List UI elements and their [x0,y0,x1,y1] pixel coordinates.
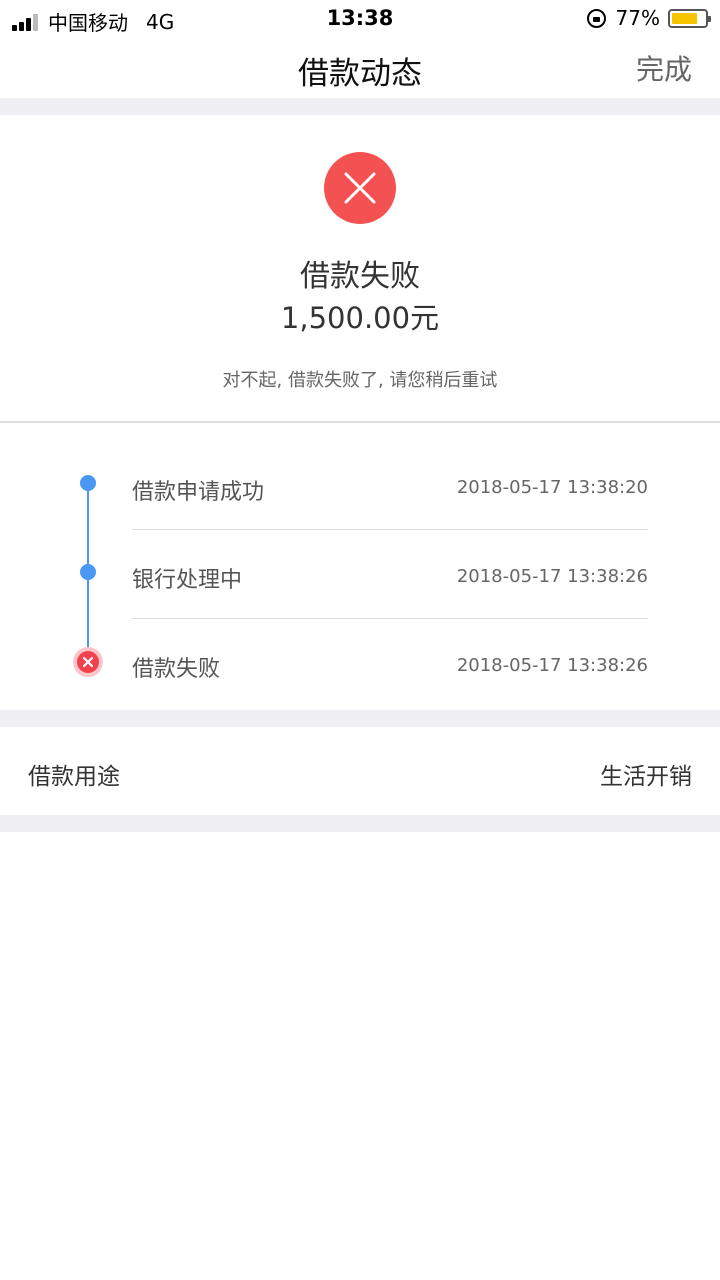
battery-icon [668,8,711,28]
loan-purpose-label: 借款用途 [28,764,120,790]
timeline-divider [132,618,648,619]
section-gap [0,710,720,727]
timeline-dot-done [80,564,96,580]
loan-purpose-value: 生活开销 [600,764,692,790]
result-amount: 1,500.00元 [280,301,440,335]
timeline-time: 2018-05-17 13:38:26 [456,566,648,587]
battery-percent: 77% [615,6,660,30]
timeline-divider [132,529,648,530]
done-button[interactable]: 完成 [636,48,692,88]
timeline-label: 借款申请成功 [132,480,265,505]
result-card: 借款失败 1,500.00元 对不起, 借款失败了, 请您稍后重试 [0,115,720,423]
result-message: 对不起, 借款失败了, 请您稍后重试 [222,370,498,391]
fail-icon [324,152,396,224]
timeline: 借款申请成功 2018-05-17 13:38:20 银行处理中 2018-05… [0,425,720,710]
section-gap [0,98,720,115]
section-gap [0,815,720,832]
timeline-time: 2018-05-17 13:38:20 [456,477,648,498]
battery-fill [672,12,697,24]
loan-purpose-row: 借款用途 生活开销 [0,727,720,815]
timeline-fail-icon [73,647,103,677]
status-bar: 中国移动 4G 13:38 77% [0,0,720,38]
page-title: 借款动态 [298,56,422,92]
rotation-lock-icon [586,8,606,28]
status-right: 77% [586,6,711,30]
timeline-label: 银行处理中 [132,568,243,593]
result-title: 借款失败 [300,259,420,294]
timeline-time: 2018-05-17 13:38:26 [456,655,648,676]
nav-bar: 借款动态 完成 [0,38,720,98]
timeline-label: 借款失败 [132,657,221,682]
timeline-dot-done [80,475,96,491]
